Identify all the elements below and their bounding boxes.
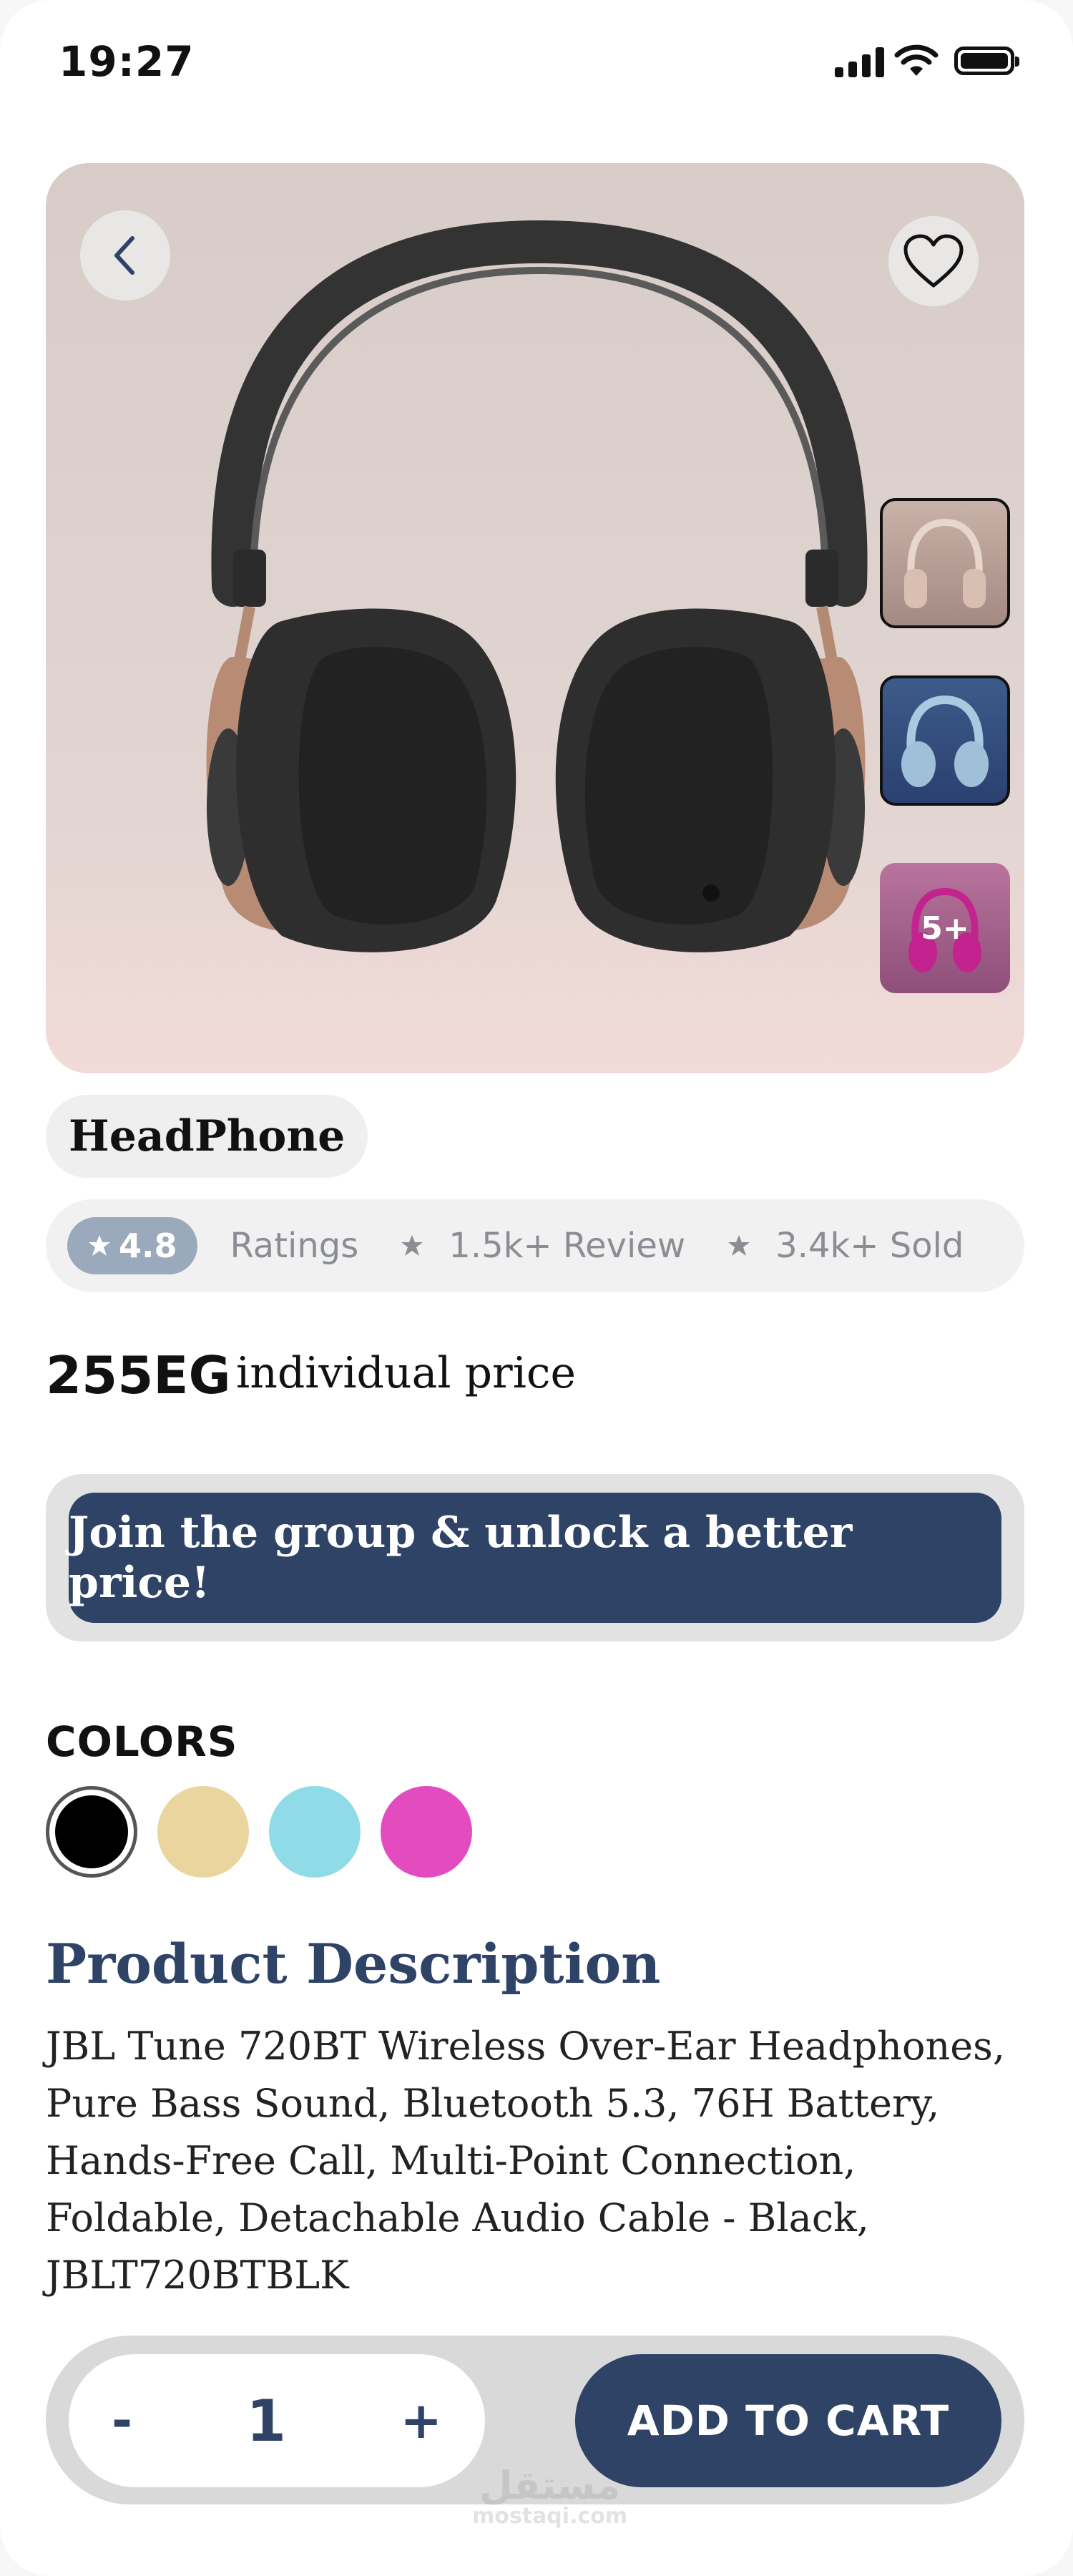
watermark: مستقل mostaqi.com (472, 2466, 627, 2527)
colors-title: COLORS (46, 1717, 238, 1766)
price-value: 255EG (46, 1345, 231, 1405)
color-swatch-black[interactable] (46, 1786, 137, 1878)
ratings-label: Ratings (230, 1226, 359, 1266)
wifi-icon (894, 44, 939, 76)
group-deal-container: Join the group & unlock a better price! (46, 1474, 1024, 1641)
watermark-arabic: مستقل (479, 2463, 621, 2508)
quantity-value: 1 (246, 2387, 287, 2454)
status-icons (835, 44, 1019, 77)
review-count: 1.5k+ Review (449, 1226, 686, 1266)
favorite-button[interactable] (888, 216, 979, 306)
add-to-cart-button[interactable]: ADD TO CART (575, 2354, 1001, 2487)
color-swatch-beige[interactable] (157, 1786, 249, 1878)
watermark-latin: mostaqi.com (472, 2504, 628, 2529)
thumbnail-more[interactable]: 5+ (880, 863, 1010, 993)
color-swatch-pink[interactable] (381, 1786, 472, 1878)
increment-button[interactable]: + (400, 2391, 442, 2450)
thumbnail-1[interactable] (880, 498, 1010, 628)
quantity-stepper: - 1 + (69, 2354, 485, 2487)
product-image-gallery: 5+ (46, 163, 1024, 1073)
more-images-count: 5+ (921, 909, 969, 947)
price-label: individual price (236, 1348, 576, 1398)
signal-icon (835, 44, 884, 77)
headphone-image (206, 220, 868, 952)
heart-icon (903, 234, 964, 288)
bullet-icon (401, 1235, 423, 1256)
back-button[interactable] (80, 210, 170, 301)
sold-count: 3.4k+ Sold (775, 1226, 964, 1266)
star-icon (89, 1235, 110, 1256)
headphone-thumbnail-image (904, 518, 986, 608)
status-time: 19:27 (59, 37, 195, 86)
bullet-icon (728, 1235, 750, 1256)
decrement-button[interactable]: - (112, 2391, 132, 2450)
rating-value: 4.8 (119, 1226, 177, 1265)
product-stats: 4.8 Ratings 1.5k+ Review 3.4k+ Sold (46, 1199, 1024, 1292)
description-text: JBL Tune 720BT Wireless Over-Ear Headpho… (46, 2024, 1006, 2298)
thumbnail-2[interactable] (880, 675, 1010, 806)
product-screen: 19:27 5+ HeadPhone 4.8 Ratings 1.5k+ Rev… (0, 0, 1073, 2576)
color-swatch-cyan[interactable] (269, 1786, 361, 1878)
rating-badge: 4.8 (67, 1217, 197, 1274)
battery-icon (954, 47, 1019, 75)
headphone-thumbnail-image (901, 695, 989, 787)
description-title: Product Description (46, 1932, 661, 1996)
chevron-left-icon (114, 236, 134, 275)
join-group-button[interactable]: Join the group & unlock a better price! (69, 1493, 1001, 1623)
color-swatches (46, 1786, 472, 1878)
product-title: HeadPhone (46, 1095, 368, 1178)
